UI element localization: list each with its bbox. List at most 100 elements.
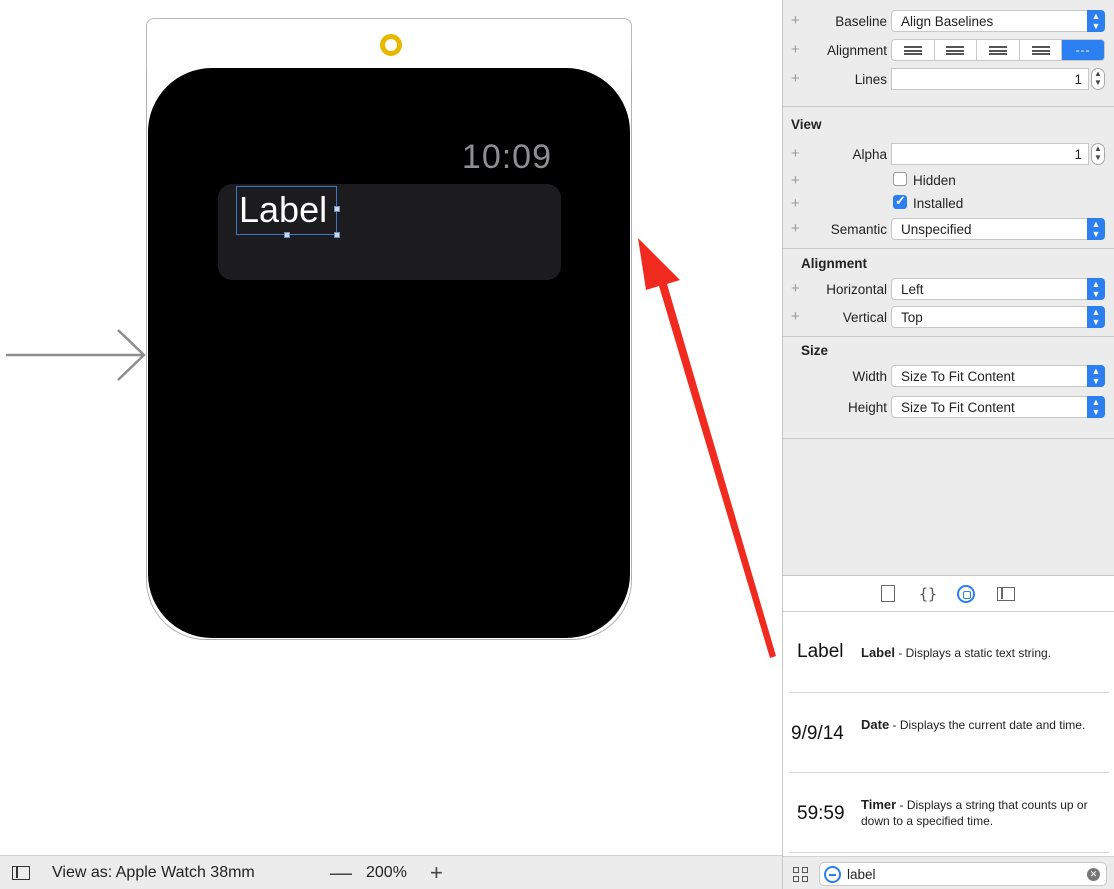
vertical-popup[interactable]: Top ▲ ▼	[891, 306, 1105, 328]
baseline-popup[interactable]: Align Baselines ▲ ▼	[891, 10, 1105, 32]
hidden-checkbox[interactable]	[893, 172, 907, 186]
semantic-value: Unspecified	[901, 222, 972, 237]
text-alignment-segmented-control[interactable]: ---	[891, 39, 1105, 61]
baseline-key: Baseline	[835, 14, 887, 29]
semantic-key: Semantic	[830, 222, 887, 237]
align-center-segment[interactable]	[935, 40, 978, 60]
library-item-label[interactable]: Label Label - Displays a static text str…	[789, 613, 1109, 693]
filter-icon	[824, 866, 841, 883]
align-natural-segment[interactable]: ---	[1062, 40, 1104, 60]
vertical-key: Vertical	[842, 310, 887, 325]
file-template-library-icon[interactable]	[881, 585, 895, 602]
library-tab-bar: {}	[783, 576, 1114, 612]
alignment-section-title: Alignment	[801, 256, 867, 271]
interface-controller-icon[interactable]	[380, 34, 402, 56]
width-key: Width	[852, 369, 887, 384]
grid-view-icon[interactable]	[793, 867, 809, 883]
annotation-red-arrow	[638, 238, 776, 658]
horizontal-key: Horizontal	[826, 282, 887, 297]
add-variation-plus-icon[interactable]: +	[791, 12, 800, 29]
lines-stepper[interactable]: ▲ ▼	[1091, 68, 1105, 90]
entry-point-arrow	[6, 329, 146, 381]
add-variation-plus-icon[interactable]: +	[791, 145, 800, 162]
library-filter-bar: label ✕	[783, 856, 1114, 889]
align-left-icon	[903, 45, 922, 55]
library-item-timer[interactable]: 59:59 Timer - Displays a string that cou…	[789, 773, 1109, 853]
alpha-stepper[interactable]: ▲ ▼	[1091, 143, 1105, 165]
watch-time: 10:09	[461, 138, 552, 176]
resize-handle-bottom[interactable]	[284, 232, 290, 238]
add-variation-plus-icon[interactable]: +	[791, 280, 800, 297]
align-justify-icon	[1031, 45, 1050, 55]
align-center-icon	[946, 45, 965, 55]
alpha-value: 1	[1074, 147, 1082, 162]
add-variation-plus-icon[interactable]: +	[791, 41, 800, 58]
align-natural-label: ---	[1075, 43, 1091, 57]
canvas-bottom-bar: View as: Apple Watch 38mm — 200% +	[0, 855, 782, 889]
alpha-key: Alpha	[852, 147, 887, 162]
align-left-segment[interactable]	[892, 40, 935, 60]
vertical-value: Top	[901, 310, 923, 325]
align-justify-segment[interactable]	[1020, 40, 1063, 60]
popup-chevron-icon: ▲ ▼	[1087, 218, 1105, 240]
library-item-preview: 59:59	[797, 803, 845, 824]
watch-screen[interactable]: 10:09 Label	[214, 136, 564, 571]
add-variation-plus-icon[interactable]: +	[791, 195, 800, 212]
add-variation-plus-icon[interactable]: +	[791, 308, 800, 325]
view-as-selector[interactable]: View as: Apple Watch 38mm	[52, 864, 255, 882]
zoom-in-button[interactable]: +	[430, 860, 443, 886]
row-alignment: + Alignment ---	[783, 37, 1114, 63]
clear-filter-icon[interactable]: ✕	[1087, 868, 1100, 881]
row-horizontal: + Horizontal Left ▲ ▼	[783, 276, 1114, 302]
zoom-level: 200%	[366, 864, 407, 881]
lines-key: Lines	[854, 72, 887, 87]
alpha-field[interactable]: 1	[891, 143, 1089, 165]
group-container[interactable]: Label	[218, 184, 561, 280]
lines-value: 1	[1074, 72, 1082, 87]
row-lines: + Lines 1 ▲ ▼	[783, 66, 1114, 92]
semantic-popup[interactable]: Unspecified ▲ ▼	[891, 218, 1105, 240]
row-semantic: + Semantic Unspecified ▲ ▼	[783, 216, 1114, 242]
divider	[783, 248, 1114, 249]
library-item-description: Label - Displays a static text string.	[861, 645, 1101, 661]
attributes-inspector: + Baseline Align Baselines ▲ ▼ + Alignmen…	[782, 0, 1114, 575]
lines-field[interactable]: 1	[891, 68, 1089, 90]
height-popup[interactable]: Size To Fit Content ▲ ▼	[891, 396, 1105, 418]
scene-header[interactable]	[146, 18, 632, 70]
library-item-desc-text: - Displays a static text string.	[894, 646, 1052, 660]
alignment-key: Alignment	[826, 43, 887, 58]
installed-checkbox[interactable]	[893, 193, 907, 209]
width-popup[interactable]: Size To Fit Content ▲ ▼	[891, 365, 1105, 387]
document-outline-toggle-icon[interactable]	[12, 866, 30, 880]
object-library: {} Label Label - Displays a static text …	[782, 575, 1114, 889]
view-section-title: View	[791, 117, 822, 132]
size-section-title: Size	[801, 343, 829, 358]
resize-handle-bottom-right[interactable]	[334, 232, 340, 238]
height-value: Size To Fit Content	[901, 400, 1015, 415]
zoom-out-button[interactable]: —	[330, 860, 352, 886]
add-variation-plus-icon[interactable]: +	[791, 220, 800, 237]
width-value: Size To Fit Content	[901, 369, 1015, 384]
divider	[783, 438, 1114, 439]
align-right-segment[interactable]	[977, 40, 1020, 60]
add-variation-plus-icon[interactable]: +	[791, 172, 800, 189]
horizontal-popup[interactable]: Left ▲ ▼	[891, 278, 1105, 300]
resize-handle-right[interactable]	[334, 206, 340, 212]
horizontal-value: Left	[901, 282, 924, 297]
selected-label[interactable]: Label	[236, 186, 340, 238]
row-width: Width Size To Fit Content ▲ ▼	[783, 363, 1114, 389]
media-library-icon[interactable]	[997, 587, 1015, 601]
xcode-interface-builder: 10:09 Label View as: Apple Watch 38mm — …	[0, 0, 1114, 889]
storyboard-canvas[interactable]: 10:09 Label	[0, 0, 782, 855]
library-item-name: Date	[861, 717, 890, 732]
code-snippet-library-icon[interactable]: {}	[919, 585, 937, 603]
divider	[783, 336, 1114, 337]
library-filter-field[interactable]: label ✕	[819, 862, 1107, 886]
library-item-name: Timer	[861, 797, 897, 812]
add-variation-plus-icon[interactable]: +	[791, 70, 800, 87]
object-library-icon[interactable]	[957, 585, 975, 603]
library-item-date[interactable]: 9/9/14 Date - Displays the current date …	[789, 693, 1109, 773]
library-filter-text: label	[847, 867, 876, 882]
row-installed: + Installed	[783, 191, 1114, 217]
popup-chevron-icon: ▲ ▼	[1087, 396, 1105, 418]
